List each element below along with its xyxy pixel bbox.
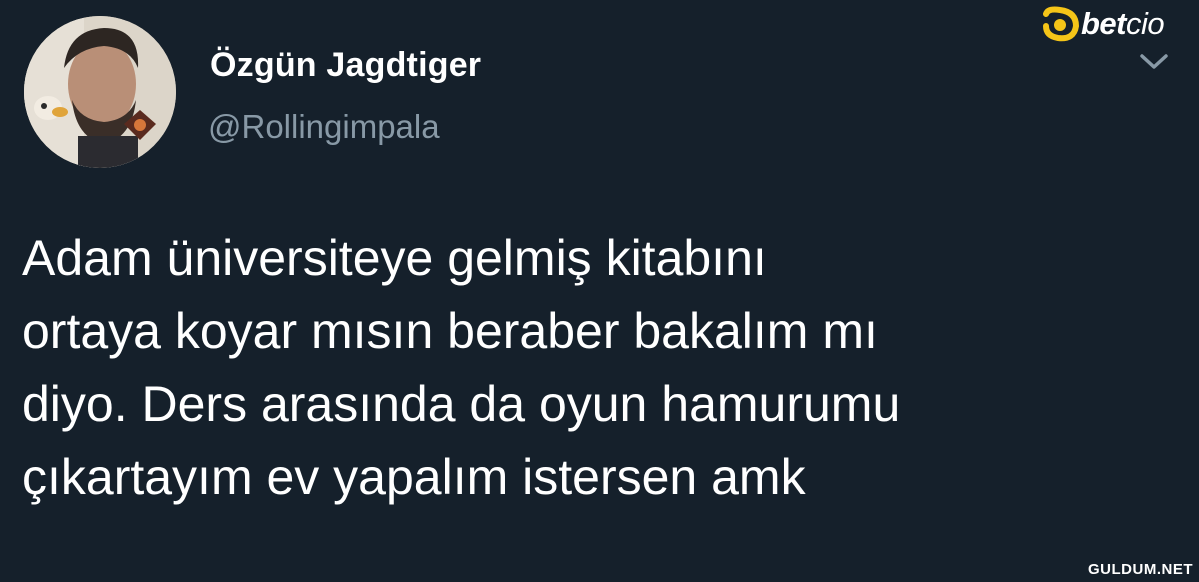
brand-mark-icon xyxy=(1043,6,1080,42)
tweet-text-line: çıkartayım ev yapalım istersen amk xyxy=(22,449,806,505)
brand-logo-bold: bet xyxy=(1081,6,1127,41)
tweet-text: Adam üniversiteye gelmiş kitabını ortaya… xyxy=(22,222,1172,514)
author-name[interactable]: Özgün Jagdtiger xyxy=(210,46,481,85)
brand-logo: bet cio xyxy=(1040,4,1195,44)
tweet-text-line: ortaya koyar mısın beraber bakalım mı xyxy=(22,303,878,359)
avatar-photo xyxy=(24,16,176,168)
brand-logo-light: cio xyxy=(1126,6,1165,41)
author-handle[interactable]: @Rollingimpala xyxy=(208,108,440,146)
watermark: GULDUM.NET xyxy=(1088,561,1193,578)
chevron-down-icon[interactable] xyxy=(1137,50,1171,74)
tweet-text-line: diyo. Ders arasında da oyun hamurumu xyxy=(22,376,901,432)
tweet-text-line: Adam üniversiteye gelmiş kitabını xyxy=(22,230,767,286)
avatar[interactable] xyxy=(24,16,176,168)
